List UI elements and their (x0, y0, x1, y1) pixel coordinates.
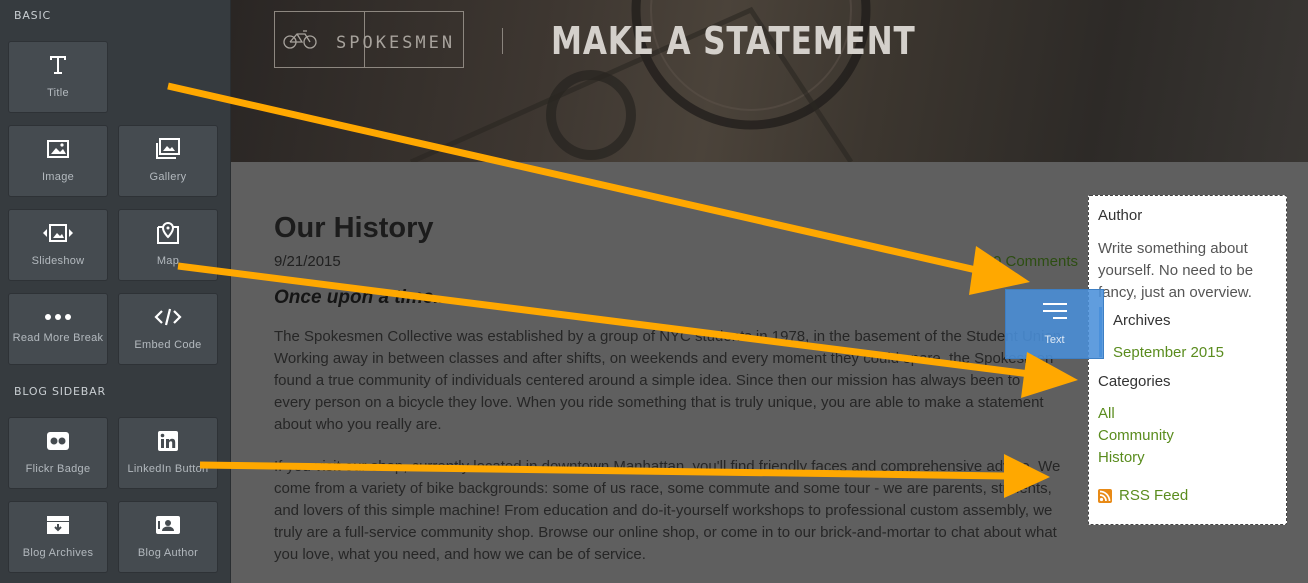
drag-tile-label: Text (1044, 334, 1065, 346)
tile-label: Title (47, 87, 69, 99)
archive-icon (9, 514, 107, 536)
rss-feed-link[interactable]: RSS Feed (1119, 487, 1188, 504)
image-icon (9, 138, 107, 160)
tile-label: Slideshow (31, 255, 85, 267)
logo-text: SPOKESMEN (336, 33, 456, 53)
site-title: MAKE A STATEMENT (551, 19, 916, 63)
blog-sidebar-drop-zone[interactable]: Author Write something about yourself. N… (1088, 195, 1287, 525)
tile-blog-archives[interactable]: Blog Archives (8, 501, 108, 573)
linkedin-icon (119, 430, 217, 452)
tile-label: Embed Code (134, 339, 202, 351)
tile-label: Map (156, 255, 180, 267)
tile-flickr-badge[interactable]: Flickr Badge (8, 417, 108, 489)
element-palette-sidebar: BASIC Title Image Gallery Slideshow Map (0, 0, 231, 583)
tile-label: Blog Archives (22, 547, 94, 559)
rss-icon (1098, 489, 1112, 503)
tile-label: Image (41, 171, 75, 183)
ellipsis-icon (9, 306, 107, 328)
category-link[interactable]: History (1098, 449, 1145, 466)
author-text: Write something about yourself. No need … (1098, 240, 1254, 301)
author-card-icon (119, 514, 217, 536)
tile-map[interactable]: Map (118, 209, 218, 281)
spokesmen-logo[interactable]: SPOKESMEN (274, 11, 464, 68)
category-link[interactable]: All (1098, 405, 1115, 422)
tile-linkedin-button[interactable]: LinkedIn Button (118, 417, 218, 489)
header-divider (502, 28, 503, 54)
category-link[interactable]: Community (1098, 427, 1174, 444)
post-comments-link[interactable]: 0 Comments (993, 253, 1078, 270)
text-t-icon (9, 54, 107, 76)
bicycle-icon (283, 30, 317, 49)
tile-title[interactable]: Title (8, 41, 108, 113)
archives-heading: Archives (1113, 312, 1171, 329)
section-title-basic: BASIC (14, 9, 51, 22)
post-date: 9/21/2015 (274, 253, 341, 270)
tile-label: Blog Author (137, 547, 199, 559)
post-title: Our History (274, 212, 434, 244)
slideshow-icon (9, 222, 107, 244)
tile-label: Gallery (149, 171, 187, 183)
author-heading: Author (1098, 207, 1143, 224)
tile-blog-author[interactable]: Blog Author (118, 501, 218, 573)
archive-link[interactable]: September 2015 (1113, 344, 1224, 361)
map-pin-icon (119, 222, 217, 244)
tile-label: LinkedIn Button (127, 463, 209, 475)
section-title-blog-sidebar: BLOG SIDEBAR (14, 385, 106, 398)
tile-slideshow[interactable]: Slideshow (8, 209, 108, 281)
categories-heading: Categories (1098, 373, 1171, 390)
text-lines-icon (1006, 302, 1103, 320)
post-paragraph: If you visit our shop, currently located… (274, 458, 1061, 563)
gallery-icon (119, 138, 217, 160)
tile-read-more-break[interactable]: Read More Break (8, 293, 108, 365)
code-icon (119, 306, 217, 328)
dragging-text-tile[interactable]: Text (1005, 289, 1104, 359)
tile-label: Flickr Badge (25, 463, 91, 475)
flickr-icon (9, 430, 107, 452)
tile-embed-code[interactable]: Embed Code (118, 293, 218, 365)
tile-label: Read More Break (12, 332, 104, 344)
tile-gallery[interactable]: Gallery (118, 125, 218, 197)
post-paragraph: The Spokesmen Collective was established… (274, 328, 1066, 433)
tile-image[interactable]: Image (8, 125, 108, 197)
post-subtitle: Once upon a time... (274, 287, 450, 308)
site-header-banner: SPOKESMEN MAKE A STATEMENT (231, 0, 1308, 162)
blog-post-area: Our History 9/21/2015 0 Comments Once up… (231, 162, 1308, 583)
